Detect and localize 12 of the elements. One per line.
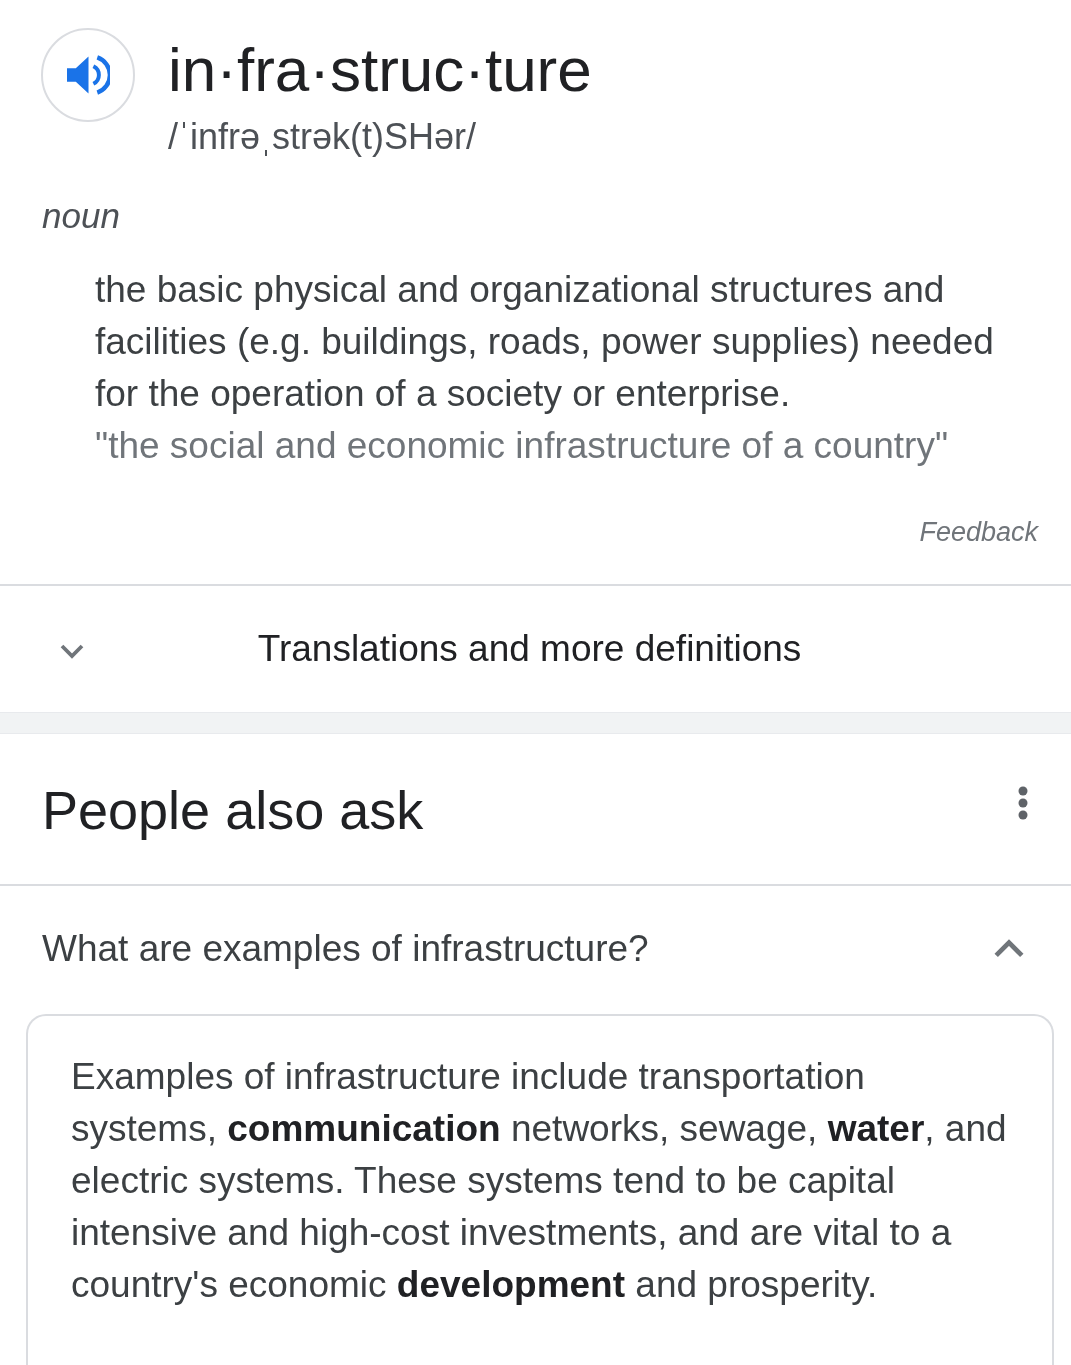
example-sentence: "the social and economic infrastructure of a country" <box>95 424 949 468</box>
question-row[interactable]: What are examples of infrastructure? <box>0 886 1071 1012</box>
answer-text: Examples of infrastructure include transportation systems, communication networks, sewage, water, and electric systems. These systems tend to be capital intensive and high-cost investments, and are vital to a country's economic development and prosperity. <box>71 1055 1008 1307</box>
pronunciation: /ˈinfrəˌstrək(t)SHər/ <box>168 117 478 157</box>
headword: in·fra·struc·ture <box>168 37 592 103</box>
definition-text: the basic physical and organizational structures and facilities (e.g. buildings, roads, power supplies) needed for the operation of a society or enterprise. <box>95 268 995 416</box>
more-options-icon[interactable] <box>1017 786 1029 820</box>
speaker-icon <box>66 55 110 95</box>
translations-row[interactable]: Translations and more definitions <box>0 586 1071 712</box>
feedback-link[interactable]: Feedback <box>919 514 1038 550</box>
section-title: People also ask <box>42 779 424 841</box>
part-of-speech: noun <box>42 196 120 236</box>
